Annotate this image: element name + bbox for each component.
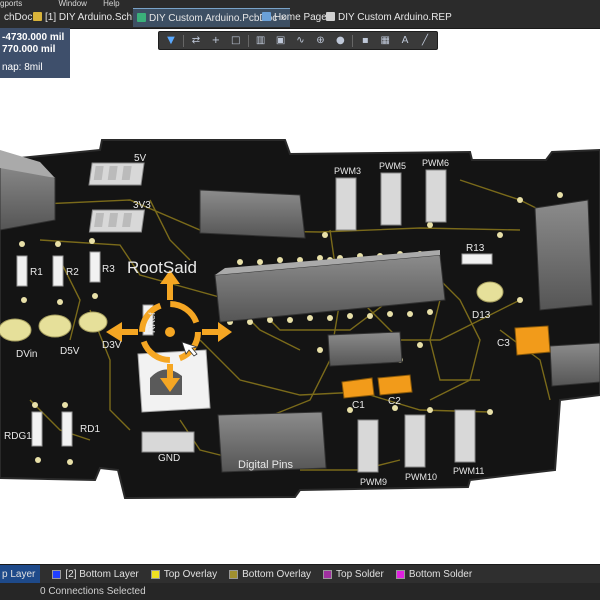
pcb-board-render: 5V 3V3 RootSaid PWM3 PWM5 PWM6 R13 D13 C…	[0, 139, 600, 500]
header-pwm10	[404, 414, 426, 468]
pcb-doc-icon	[137, 13, 146, 22]
pad-icon[interactable]: ●	[332, 34, 348, 48]
pcb-3d-view[interactable]: 5V 3V3 RootSaid PWM3 PWM5 PWM6 R13 D13 C…	[0, 52, 600, 564]
label-pwm11: PWM11	[453, 466, 484, 476]
usb-connector	[534, 199, 593, 311]
filter-icon[interactable]: ▼	[163, 34, 179, 48]
layer-tab-top-solder[interactable]: Top Solder	[323, 569, 384, 580]
label-r13: R13	[466, 243, 485, 254]
menu-item-window[interactable]: Window	[58, 0, 86, 8]
y-coordinate: 770.000 mil	[2, 44, 56, 55]
header-pwm11	[454, 409, 476, 463]
layer-color-swatch	[52, 570, 62, 579]
status-bar: 0 Connections Selected	[0, 583, 600, 600]
layer-tabs: p Layer [2] Bottom Layer Top Overlay Bottom…	[0, 564, 600, 584]
route-icon[interactable]: ⇄	[188, 34, 204, 48]
layer-label: Bottom Solder	[408, 569, 473, 580]
label-rootsaid: RootSaid	[127, 258, 197, 277]
region-icon[interactable]: ▦	[377, 34, 393, 48]
layer-color-swatch	[229, 570, 239, 579]
tab-label: Home Page	[274, 12, 327, 23]
layer-label: Bottom Overlay	[242, 569, 312, 580]
label-digital-pins: Digital Pins	[238, 459, 294, 471]
label-c3: C3	[497, 338, 510, 349]
header-pwm9	[357, 419, 379, 473]
label-r1: R1	[30, 267, 43, 278]
snap-value: nap: 8mil	[2, 62, 43, 73]
header-gnd	[141, 431, 195, 453]
header-pwm5	[380, 172, 402, 226]
label-pwm9: PWM9	[360, 477, 387, 487]
layer-tab-p-layer[interactable]: p Layer	[0, 565, 41, 584]
toolbar-separator	[352, 34, 354, 47]
menu-bar: gports Window Help	[0, 0, 600, 8]
text-icon[interactable]: A	[397, 34, 413, 48]
label-rd1: RD1	[80, 424, 100, 435]
document-tab-bar: gports Window Help chDoc * [1] DIY Ardui…	[0, 0, 600, 29]
via-icon[interactable]: ⊕	[312, 34, 328, 48]
select-rect-icon[interactable]: □	[228, 34, 244, 48]
layer-label: Top Overlay	[163, 569, 218, 580]
selection-status: 0 Connections Selected	[40, 586, 146, 597]
header-pwm3	[335, 177, 357, 231]
layer-label: [2] Bottom Layer	[65, 569, 139, 580]
label-dvin: DVin	[16, 349, 38, 360]
layer-tab-bottom-solder[interactable]: Bottom Solder	[395, 569, 473, 580]
label-pwm6: PWM6	[422, 158, 449, 168]
label-pwm3: PWM3	[334, 166, 361, 176]
crystal-oscillator	[199, 189, 306, 239]
tab-label: DIY Custom Arduino.REP	[338, 12, 452, 23]
capacitor-large	[327, 331, 403, 367]
wire-icon[interactable]: ∿	[293, 34, 309, 48]
label-gnd: GND	[158, 453, 180, 464]
header-3v3	[88, 209, 146, 233]
schematic-doc-icon	[33, 12, 42, 21]
power-jack	[549, 342, 600, 387]
label-rdg1: RDG1	[4, 431, 32, 442]
label-r2: R2	[66, 267, 79, 278]
label-pwm10: PWM10	[405, 472, 437, 482]
label-rref: RRef	[147, 312, 157, 333]
menu-item-reports[interactable]: gports	[0, 0, 22, 8]
label-3v3: 3V3	[133, 200, 151, 211]
coordinate-readout: -4730.000 mil 770.000 mil nap: 8mil	[0, 28, 70, 78]
label-d3v: D3V	[102, 340, 122, 351]
label-pwm5: PWM5	[379, 161, 406, 171]
layer-label: Top Solder	[336, 569, 384, 580]
layer-tab-bottom-overlay[interactable]: Bottom Overlay	[229, 569, 311, 580]
tab-diy-custom-arduino-rep[interactable]: DIY Custom Arduino.REP	[322, 8, 456, 27]
menu-item-help[interactable]: Help	[103, 0, 119, 8]
label-r3: R3	[102, 264, 115, 275]
component-icon[interactable]: ▣	[273, 34, 289, 48]
document-icon	[326, 12, 335, 21]
cross-icon[interactable]: +	[208, 34, 224, 48]
layer-tab-2-bottom-layer[interactable]: [2] Bottom Layer	[52, 569, 139, 580]
home-icon	[262, 12, 271, 21]
layer-label: p Layer	[2, 569, 36, 580]
layer-tab-top-overlay[interactable]: Top Overlay	[150, 569, 218, 580]
header-5v	[88, 162, 145, 186]
x-coordinate: -4730.000 mil	[2, 32, 65, 43]
chart-icon[interactable]: ▥	[253, 34, 269, 48]
label-d5v: D5V	[60, 346, 80, 357]
toolbar-separator	[182, 34, 184, 47]
label-c2: C2	[388, 396, 401, 407]
layer-color-swatch	[395, 570, 405, 579]
label-5v: 5V	[134, 153, 147, 164]
active-bar-toolbar: ▼ ⇄ + □ ▥ ▣ ∿ ⊕ ● ▪ ▦ A ╱	[158, 31, 438, 50]
line-icon[interactable]: ╱	[417, 34, 433, 48]
header-pwm6	[425, 169, 447, 223]
label-d13: D13	[472, 310, 491, 321]
tab-home-page[interactable]: Home Page	[258, 8, 331, 27]
fill-icon[interactable]: ▪	[357, 34, 373, 48]
toolbar-separator	[247, 34, 249, 47]
layer-color-swatch	[323, 570, 333, 579]
layer-color-swatch	[150, 570, 160, 579]
label-c1: C1	[352, 400, 365, 411]
